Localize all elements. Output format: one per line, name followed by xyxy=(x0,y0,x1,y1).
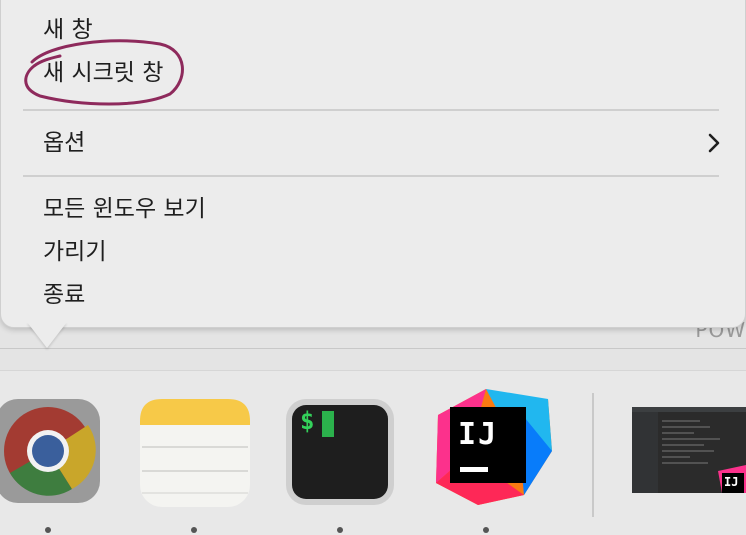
menu-item-new-window[interactable]: 새 창 xyxy=(43,15,93,45)
notes-icon[interactable] xyxy=(138,395,250,507)
thumbnail-badge-text: IJ xyxy=(724,475,739,489)
running-indicator xyxy=(45,527,51,533)
running-indicator xyxy=(337,527,343,533)
chevron-right-icon xyxy=(708,133,720,153)
menu-item-options[interactable]: 옵션 xyxy=(43,128,85,158)
running-indicator xyxy=(191,527,197,533)
chrome-icon[interactable] xyxy=(0,395,104,507)
intellij-logo-text: IJ xyxy=(458,417,499,452)
menu-item-hide[interactable]: 가리기 xyxy=(43,237,106,267)
menu-pointer-arrow xyxy=(27,322,67,348)
dock: $ IJ IJ xyxy=(0,370,746,535)
menu-item-quit[interactable]: 종료 xyxy=(43,280,85,310)
terminal-prompt: $ xyxy=(300,407,315,435)
dock-divider xyxy=(592,393,594,517)
menu-separator xyxy=(23,175,719,177)
running-indicator xyxy=(483,527,489,533)
menu-item-new-incognito-window[interactable]: 새 시크릿 창 xyxy=(43,58,163,88)
menu-separator xyxy=(23,109,719,111)
menu-item-show-all-windows[interactable]: 모든 윈도우 보기 xyxy=(43,194,206,224)
dock-context-menu: 새 창 새 시크릿 창 옵션 모든 윈도우 보기 가리기 종료 xyxy=(0,0,746,328)
background-divider xyxy=(0,348,746,349)
